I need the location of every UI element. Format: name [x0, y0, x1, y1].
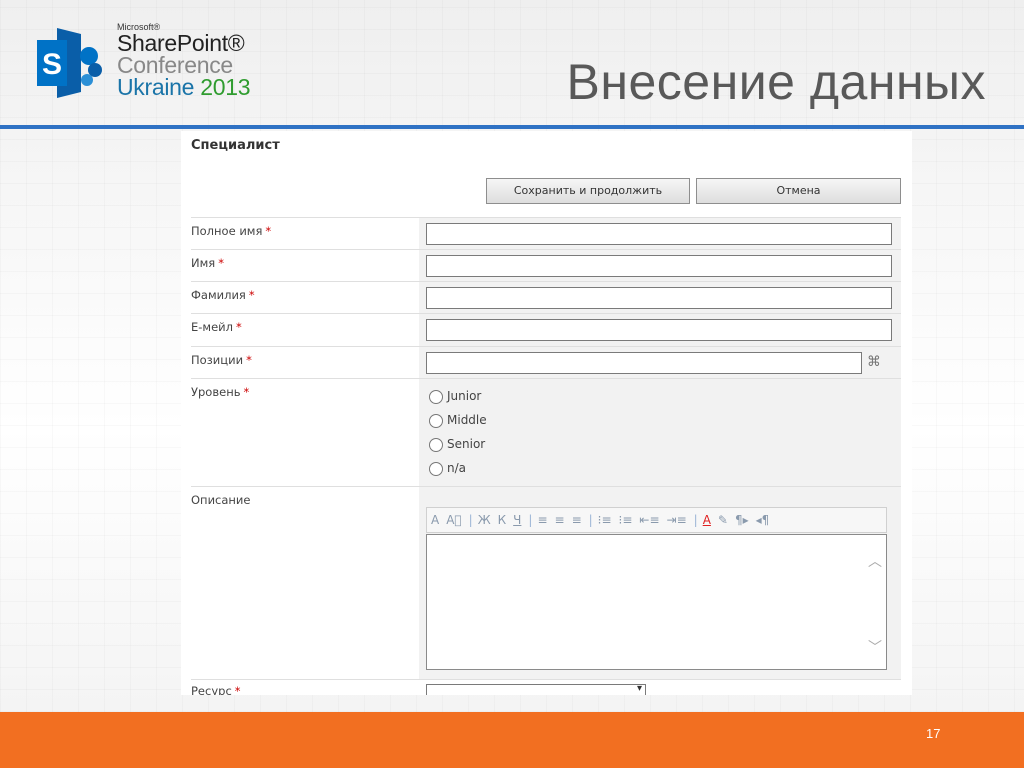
toolbar-separator: | [588, 513, 593, 527]
field-label-last-name: Фамилия * [191, 282, 419, 314]
form-title: Специалист [191, 138, 280, 153]
bold-icon[interactable]: Ж [478, 513, 491, 527]
rich-text-toolbar: A A⃞ | Ж К Ч | ≡ ≡ ≡ | ⁝≡ ⁝≡ ⇤≡ ⇥≡ | A ✎ ¶▸ ◂¶ [426, 507, 887, 533]
page-number: 17 [926, 726, 941, 741]
radio-label: Senior [447, 437, 486, 451]
radio-circle[interactable] [429, 413, 443, 428]
first-name-input[interactable] [426, 255, 892, 277]
align-center-icon[interactable]: ≡ [555, 513, 565, 527]
resource-select[interactable]: ▾ [426, 683, 646, 695]
label-text: Полное имя [191, 224, 263, 238]
label-text: Уровень [191, 385, 241, 399]
label-text: Описание [191, 493, 251, 507]
chevron-up-icon[interactable]: ︿ [866, 551, 884, 570]
level-radio-middle[interactable]: Middle [429, 411, 487, 429]
radio-label: n/a [447, 461, 467, 475]
field-value-cell [419, 218, 901, 250]
field-label-full-name: Полное имя * [191, 218, 419, 250]
label-text: Е-мейл [191, 320, 233, 334]
label-text: Имя [191, 256, 216, 270]
toolbar-separator: | [528, 513, 533, 527]
sharepoint-logo-icon: S [37, 28, 102, 98]
field-row-first-name: Имя * [191, 249, 901, 282]
email-input[interactable] [426, 319, 892, 341]
form-screenshot: Специалист Сохранить и продолжить Отмена… [181, 131, 912, 695]
field-value-cell: Junior Middle Senior n/a [419, 379, 901, 487]
toolbar-separator: | [468, 513, 473, 527]
field-value-cell [419, 282, 901, 314]
cancel-button[interactable]: Отмена [696, 178, 901, 204]
font-icon[interactable]: A [431, 513, 439, 527]
underline-icon[interactable]: Ч [513, 513, 521, 527]
label-text: Ресурс [191, 684, 232, 695]
required-mark: * [218, 256, 224, 270]
address-book-icon[interactable]: ⌘ [867, 353, 887, 371]
align-left-icon[interactable]: ≡ [537, 513, 547, 527]
bullet-list-icon[interactable]: ⁝≡ [619, 513, 633, 527]
field-row-description: Описание A A⃞ | Ж К Ч | ≡ ≡ ≡ | ⁝≡ ⁝≡ ⇤≡ ⇥≡ | A ✎ ¶▸ ◂¶ ︿ ﹀ [191, 486, 901, 680]
field-row-last-name: Фамилия * [191, 281, 901, 314]
required-mark: * [234, 684, 241, 695]
font-size-icon[interactable]: A⃞ [446, 513, 461, 527]
field-value-cell: ⌘ [419, 347, 901, 379]
radio-circle[interactable] [429, 389, 443, 404]
radio-label: Middle [447, 413, 487, 427]
field-label-positions: Позиции * [191, 347, 419, 379]
logo-ukraine-line: Ukraine 2013 [117, 74, 251, 100]
radio-circle[interactable] [429, 461, 443, 476]
field-row-positions: Позиции * ⌘ [191, 346, 901, 379]
toolbar-separator: | [693, 513, 698, 527]
positions-input[interactable] [426, 352, 862, 374]
highlight-icon[interactable]: ✎ [718, 513, 728, 527]
field-value-cell [419, 314, 901, 347]
chevron-down-icon[interactable]: ﹀ [866, 637, 884, 656]
required-mark: * [246, 353, 252, 367]
logo-sharepoint: SharePoint® [117, 30, 245, 56]
field-value-cell: A A⃞ | Ж К Ч | ≡ ≡ ≡ | ⁝≡ ⁝≡ ⇤≡ ⇥≡ | A ✎ ¶▸ ◂¶ ︿ ﹀ [419, 487, 901, 680]
chevron-down-icon: ▾ [636, 683, 642, 694]
right-to-left-icon[interactable]: ◂¶ [756, 513, 770, 527]
field-label-email: Е-мейл * [191, 314, 419, 347]
level-radio-senior[interactable]: Senior [429, 435, 485, 453]
text-color-icon[interactable]: A [703, 513, 711, 527]
logo-ukraine: Ukraine [117, 74, 195, 100]
field-row-full-name: Полное имя * [191, 217, 901, 250]
title-divider [0, 125, 1024, 129]
field-row-email: Е-мейл * [191, 313, 901, 347]
level-radio-junior[interactable]: Junior [429, 387, 481, 405]
full-name-input[interactable] [426, 223, 892, 245]
field-label-resource: Ресурс * [191, 680, 419, 695]
save-and-continue-button[interactable]: Сохранить и продолжить [486, 178, 690, 204]
slide-footer [0, 712, 1024, 768]
svg-text:S: S [42, 48, 62, 81]
required-mark: * [265, 224, 272, 238]
decrease-indent-icon[interactable]: ⇤≡ [639, 513, 659, 527]
label-text: Фамилия [191, 288, 246, 302]
left-to-right-icon[interactable]: ¶▸ [735, 513, 749, 527]
last-name-input[interactable] [426, 287, 892, 309]
slide-title: Внесение данных [566, 54, 986, 110]
radio-label: Junior [447, 389, 482, 403]
description-textarea[interactable]: ︿ ﹀ [426, 534, 887, 670]
field-value-cell: ▾ [419, 680, 901, 695]
radio-circle[interactable] [429, 437, 443, 452]
field-label-first-name: Имя * [191, 250, 419, 282]
field-label-description: Описание [191, 487, 419, 680]
increase-indent-icon[interactable]: ⇥≡ [667, 513, 687, 527]
italic-icon[interactable]: К [498, 513, 507, 527]
align-right-icon[interactable]: ≡ [572, 513, 582, 527]
required-mark: * [243, 385, 250, 399]
logo-year: 2013 [200, 74, 251, 100]
label-text: Позиции [191, 353, 244, 367]
logo-conference: Conference [117, 52, 233, 78]
field-row-level: Уровень * Junior Middle Senior n/a [191, 378, 901, 487]
field-label-level: Уровень * [191, 379, 419, 487]
field-value-cell [419, 250, 901, 282]
required-mark: * [236, 320, 242, 334]
numbered-list-icon[interactable]: ⁝≡ [598, 513, 612, 527]
required-mark: * [248, 288, 255, 302]
sharepoint-conference-logo: S Microsoft® SharePoint® Conference Ukra… [37, 22, 277, 106]
level-radio-na[interactable]: n/a [429, 459, 466, 477]
field-row-resource: Ресурс * ▾ [191, 679, 901, 695]
